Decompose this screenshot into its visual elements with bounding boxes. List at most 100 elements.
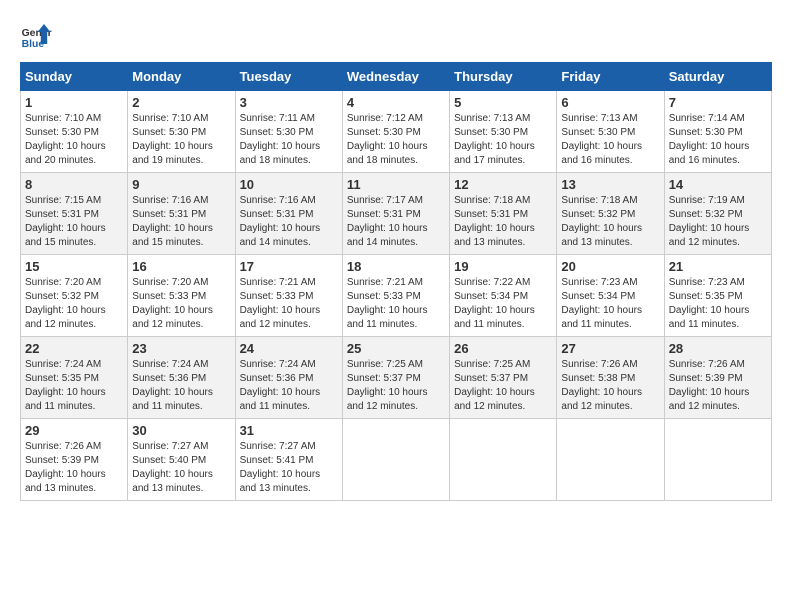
- day-number: 10: [240, 177, 338, 192]
- day-number: 13: [561, 177, 659, 192]
- day-cell: 19 Sunrise: 7:22 AMSunset: 5:34 PMDayligh…: [450, 255, 557, 337]
- day-number: 9: [132, 177, 230, 192]
- day-cell: [557, 419, 664, 501]
- day-number: 30: [132, 423, 230, 438]
- week-row-2: 8 Sunrise: 7:15 AMSunset: 5:31 PMDaylight…: [21, 173, 772, 255]
- day-cell: 2 Sunrise: 7:10 AMSunset: 5:30 PMDaylight…: [128, 91, 235, 173]
- day-number: 15: [25, 259, 123, 274]
- day-cell: 13 Sunrise: 7:18 AMSunset: 5:32 PMDayligh…: [557, 173, 664, 255]
- day-cell: 5Sunrise: 7:13 AMSunset: 5:30 PMDaylight…: [450, 91, 557, 173]
- day-number: 11: [347, 177, 445, 192]
- day-number: 1: [25, 95, 123, 110]
- day-cell: 23 Sunrise: 7:24 AMSunset: 5:36 PMDayligh…: [128, 337, 235, 419]
- day-info: Sunrise: 7:16 AMSunset: 5:31 PMDaylight:…: [132, 194, 230, 250]
- day-info: Sunrise: 7:20 AMSunset: 5:33 PMDaylight:…: [132, 276, 230, 332]
- day-info: Sunrise: 7:23 AMSunset: 5:34 PMDaylight:…: [561, 276, 659, 332]
- day-cell: 15 Sunrise: 7:20 AMSunset: 5:32 PMDayligh…: [21, 255, 128, 337]
- day-info: Sunrise: 7:20 AMSunset: 5:32 PMDaylight:…: [25, 276, 123, 332]
- day-info: Sunrise: 7:24 AMSunset: 5:36 PMDaylight:…: [240, 358, 338, 414]
- day-cell: 31 Sunrise: 7:27 AMSunset: 5:41 PMDayligh…: [235, 419, 342, 501]
- logo: General Blue: [20, 20, 52, 52]
- col-header-wednesday: Wednesday: [342, 63, 449, 91]
- day-number: 23: [132, 341, 230, 356]
- day-number: 22: [25, 341, 123, 356]
- day-number: 24: [240, 341, 338, 356]
- col-header-monday: Monday: [128, 63, 235, 91]
- week-row-5: 29Sunrise: 7:26 AMSunset: 5:39 PMDayligh…: [21, 419, 772, 501]
- day-number: 14: [669, 177, 767, 192]
- day-info: Sunrise: 7:26 AMSunset: 5:39 PMDaylight:…: [25, 440, 123, 496]
- day-cell: 29Sunrise: 7:26 AMSunset: 5:39 PMDayligh…: [21, 419, 128, 501]
- day-cell: 10 Sunrise: 7:16 AMSunset: 5:31 PMDayligh…: [235, 173, 342, 255]
- col-header-tuesday: Tuesday: [235, 63, 342, 91]
- day-cell: 16 Sunrise: 7:20 AMSunset: 5:33 PMDayligh…: [128, 255, 235, 337]
- day-cell: 7 Sunrise: 7:14 AMSunset: 5:30 PMDaylight…: [664, 91, 771, 173]
- day-number: 8: [25, 177, 123, 192]
- day-number: 16: [132, 259, 230, 274]
- day-cell: [664, 419, 771, 501]
- day-number: 31: [240, 423, 338, 438]
- day-number: 17: [240, 259, 338, 274]
- col-header-friday: Friday: [557, 63, 664, 91]
- day-info: Sunrise: 7:18 AMSunset: 5:32 PMDaylight:…: [561, 194, 659, 250]
- day-info: Sunrise: 7:16 AMSunset: 5:31 PMDaylight:…: [240, 194, 338, 250]
- day-number: 6: [561, 95, 659, 110]
- day-cell: 27Sunrise: 7:26 AMSunset: 5:38 PMDayligh…: [557, 337, 664, 419]
- day-info: Sunrise: 7:19 AMSunset: 5:32 PMDaylight:…: [669, 194, 767, 250]
- day-cell: 8 Sunrise: 7:15 AMSunset: 5:31 PMDaylight…: [21, 173, 128, 255]
- day-number: 18: [347, 259, 445, 274]
- day-number: 7: [669, 95, 767, 110]
- day-cell: 3 Sunrise: 7:11 AMSunset: 5:30 PMDaylight…: [235, 91, 342, 173]
- logo-icon: General Blue: [20, 20, 52, 52]
- day-info: Sunrise: 7:25 AMSunset: 5:37 PMDaylight:…: [454, 358, 552, 414]
- day-number: 3: [240, 95, 338, 110]
- day-cell: 9 Sunrise: 7:16 AMSunset: 5:31 PMDaylight…: [128, 173, 235, 255]
- day-info: Sunrise: 7:26 AMSunset: 5:39 PMDaylight:…: [669, 358, 767, 414]
- week-row-1: 1 Sunrise: 7:10 AMSunset: 5:30 PMDaylight…: [21, 91, 772, 173]
- day-cell: 28 Sunrise: 7:26 AMSunset: 5:39 PMDayligh…: [664, 337, 771, 419]
- day-info: Sunrise: 7:23 AMSunset: 5:35 PMDaylight:…: [669, 276, 767, 332]
- day-info: Sunrise: 7:13 AMSunset: 5:30 PMDaylight:…: [561, 112, 659, 168]
- day-cell: 14 Sunrise: 7:19 AMSunset: 5:32 PMDayligh…: [664, 173, 771, 255]
- day-cell: 12Sunrise: 7:18 AMSunset: 5:31 PMDayligh…: [450, 173, 557, 255]
- day-info: Sunrise: 7:24 AMSunset: 5:35 PMDaylight:…: [25, 358, 123, 414]
- day-info: Sunrise: 7:25 AMSunset: 5:37 PMDaylight:…: [347, 358, 445, 414]
- day-cell: 18Sunrise: 7:21 AMSunset: 5:33 PMDayligh…: [342, 255, 449, 337]
- day-number: 4: [347, 95, 445, 110]
- day-number: 21: [669, 259, 767, 274]
- day-info: Sunrise: 7:10 AMSunset: 5:30 PMDaylight:…: [132, 112, 230, 168]
- day-info: Sunrise: 7:15 AMSunset: 5:31 PMDaylight:…: [25, 194, 123, 250]
- week-row-4: 22 Sunrise: 7:24 AMSunset: 5:35 PMDayligh…: [21, 337, 772, 419]
- day-cell: 21 Sunrise: 7:23 AMSunset: 5:35 PMDayligh…: [664, 255, 771, 337]
- day-info: Sunrise: 7:14 AMSunset: 5:30 PMDaylight:…: [669, 112, 767, 168]
- day-number: 27: [561, 341, 659, 356]
- day-cell: 20 Sunrise: 7:23 AMSunset: 5:34 PMDayligh…: [557, 255, 664, 337]
- day-info: Sunrise: 7:21 AMSunset: 5:33 PMDaylight:…: [240, 276, 338, 332]
- day-cell: 4 Sunrise: 7:12 AMSunset: 5:30 PMDaylight…: [342, 91, 449, 173]
- day-cell: 1Sunrise: 7:10 AMSunset: 5:30 PMDaylight…: [21, 91, 128, 173]
- day-number: 28: [669, 341, 767, 356]
- day-cell: 22 Sunrise: 7:24 AMSunset: 5:35 PMDayligh…: [21, 337, 128, 419]
- day-cell: 11 Sunrise: 7:17 AMSunset: 5:31 PMDayligh…: [342, 173, 449, 255]
- day-number: 25: [347, 341, 445, 356]
- day-info: Sunrise: 7:17 AMSunset: 5:31 PMDaylight:…: [347, 194, 445, 250]
- day-info: Sunrise: 7:27 AMSunset: 5:40 PMDaylight:…: [132, 440, 230, 496]
- day-number: 12: [454, 177, 552, 192]
- day-cell: [342, 419, 449, 501]
- col-header-sunday: Sunday: [21, 63, 128, 91]
- day-cell: 25 Sunrise: 7:25 AMSunset: 5:37 PMDayligh…: [342, 337, 449, 419]
- col-header-saturday: Saturday: [664, 63, 771, 91]
- day-info: Sunrise: 7:11 AMSunset: 5:30 PMDaylight:…: [240, 112, 338, 168]
- day-number: 20: [561, 259, 659, 274]
- day-number: 5: [454, 95, 552, 110]
- header: General Blue: [20, 20, 772, 52]
- day-cell: 26Sunrise: 7:25 AMSunset: 5:37 PMDayligh…: [450, 337, 557, 419]
- day-number: 19: [454, 259, 552, 274]
- day-info: Sunrise: 7:24 AMSunset: 5:36 PMDaylight:…: [132, 358, 230, 414]
- day-info: Sunrise: 7:22 AMSunset: 5:34 PMDaylight:…: [454, 276, 552, 332]
- day-cell: 17 Sunrise: 7:21 AMSunset: 5:33 PMDayligh…: [235, 255, 342, 337]
- header-row: SundayMondayTuesdayWednesdayThursdayFrid…: [21, 63, 772, 91]
- day-number: 2: [132, 95, 230, 110]
- day-info: Sunrise: 7:12 AMSunset: 5:30 PMDaylight:…: [347, 112, 445, 168]
- day-info: Sunrise: 7:27 AMSunset: 5:41 PMDaylight:…: [240, 440, 338, 496]
